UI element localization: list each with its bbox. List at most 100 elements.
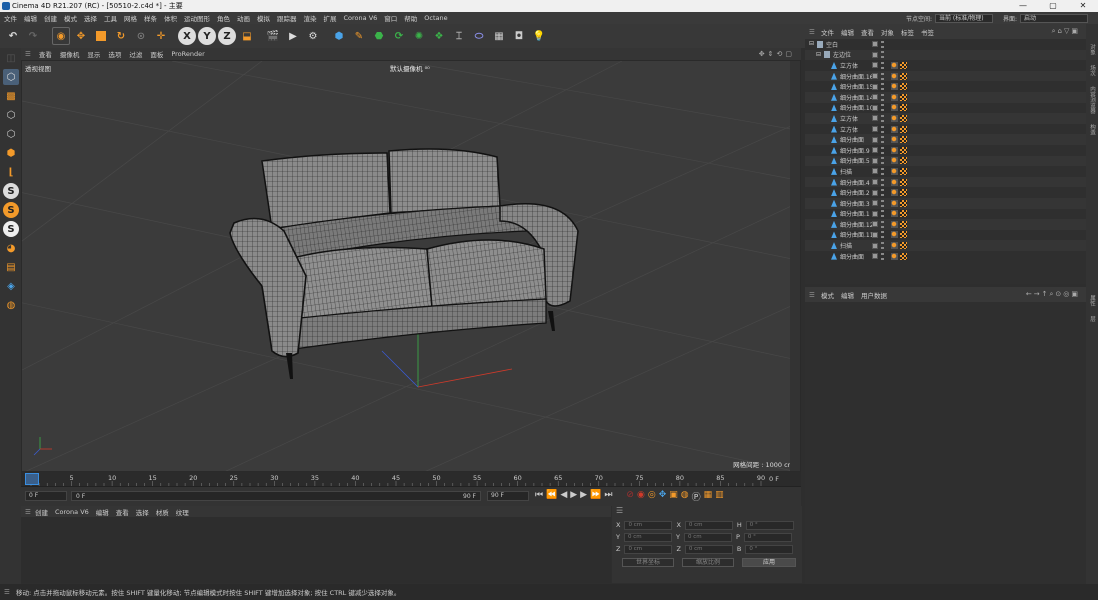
menu-file[interactable]: 文件 <box>4 13 17 23</box>
phong-tag-icon[interactable] <box>891 252 898 260</box>
live-select-icon[interactable]: ◉ <box>52 27 70 45</box>
menu-render[interactable]: 渲染 <box>304 13 317 23</box>
y-axis-button[interactable]: Y <box>198 27 216 45</box>
floor-icon[interactable]: ⌶ <box>450 27 468 45</box>
visibility-dots[interactable] <box>881 199 884 207</box>
sky-icon[interactable]: ▦ <box>490 27 508 45</box>
phong-tag-icon[interactable] <box>891 242 898 250</box>
texture-tag-icon[interactable] <box>900 220 907 228</box>
coord-system-icon[interactable]: ⬓ <box>238 27 256 45</box>
light-icon[interactable]: 💡 <box>530 27 548 45</box>
visibility-dots[interactable] <box>881 189 884 197</box>
texture-tag-icon[interactable] <box>900 61 907 69</box>
menu-animate[interactable]: 动画 <box>237 13 250 23</box>
input-size-y[interactable]: 0 cm <box>683 532 732 542</box>
material-menu-select[interactable]: 选择 <box>136 507 149 517</box>
z-axis-button[interactable]: Z <box>218 27 236 45</box>
object-manager-tools[interactable]: ⌕⌂▽▣ <box>1052 27 1080 36</box>
object-row[interactable]: 立方体 <box>805 60 1086 71</box>
material-menu-material[interactable]: 材质 <box>156 507 169 517</box>
workplane-icon[interactable]: ▤ <box>3 259 19 275</box>
start-frame-field[interactable]: 0 F <box>25 491 67 501</box>
visibility-dots[interactable] <box>881 72 884 80</box>
phong-tag-icon[interactable] <box>891 114 898 122</box>
material-area[interactable] <box>21 517 611 583</box>
tab-structure[interactable]: 构造 <box>1088 124 1096 135</box>
key-position-icon[interactable]: ✥ <box>659 490 667 503</box>
object-name[interactable]: 左边位 <box>833 50 873 59</box>
timeline-window-icon[interactable]: ▥ <box>715 490 724 503</box>
material-menu-create[interactable]: 创建 <box>35 507 48 517</box>
viewport-menu-filter[interactable]: 过滤 <box>129 49 142 59</box>
minimize-button[interactable]: — <box>1008 0 1038 12</box>
phong-tag-icon[interactable] <box>891 210 898 218</box>
menu-tools[interactable]: 工具 <box>104 13 117 23</box>
play-icon[interactable]: ▶ <box>570 490 577 503</box>
visibility-dots[interactable] <box>881 40 884 48</box>
visibility-dots[interactable] <box>881 125 884 133</box>
go-end-icon[interactable]: ⏭ <box>604 490 612 503</box>
layer-checkbox[interactable] <box>872 41 878 48</box>
key-pla-icon[interactable]: ▦ <box>704 490 713 503</box>
layer-checkbox[interactable] <box>872 104 878 111</box>
points-mode-icon[interactable]: ⬡ <box>3 107 19 123</box>
tab-attributes[interactable]: 属性 <box>1088 295 1096 306</box>
expand-toggle-icon[interactable]: ⊟ <box>809 41 815 47</box>
layer-checkbox[interactable] <box>872 115 878 122</box>
menu-octane[interactable]: Octane <box>424 14 447 22</box>
texture-tag-icon[interactable] <box>900 231 907 239</box>
visibility-dots[interactable] <box>881 252 884 260</box>
key-param-icon[interactable]: Ⓟ <box>692 490 701 503</box>
visibility-dots[interactable] <box>881 242 884 250</box>
texture-tag-icon[interactable] <box>900 189 907 197</box>
viewport-scrollbar[interactable] <box>790 61 800 471</box>
model-mode-icon[interactable]: ⬡ <box>3 69 19 85</box>
menu-edit[interactable]: 编辑 <box>24 13 37 23</box>
polygons-mode-icon[interactable]: ⬢ <box>3 145 19 161</box>
obj-menu-edit[interactable]: 编辑 <box>841 27 854 37</box>
layer-checkbox[interactable] <box>872 210 878 217</box>
object-row[interactable]: 立方体 <box>805 124 1086 135</box>
object-row[interactable]: ⊟ 空白 <box>805 39 1086 50</box>
material-menu-texture[interactable]: 纹理 <box>176 507 189 517</box>
visibility-dots[interactable] <box>881 61 884 69</box>
phong-tag-icon[interactable] <box>891 61 898 69</box>
size-mode-select[interactable]: 缩放比例 <box>682 558 734 567</box>
phong-tag-icon[interactable] <box>891 136 898 144</box>
viewport-menu-display[interactable]: 显示 <box>87 49 100 59</box>
tab-objects[interactable]: 对象 <box>1088 44 1096 55</box>
sculpt-icon[interactable]: ◕ <box>3 240 19 256</box>
object-row[interactable]: 细分曲面.11 <box>805 230 1086 241</box>
render-view-icon[interactable]: 🎬 <box>264 27 282 45</box>
phong-tag-icon[interactable] <box>891 83 898 91</box>
object-row[interactable]: 细分曲面.1 <box>805 209 1086 220</box>
visibility-dots[interactable] <box>881 167 884 175</box>
camera-label[interactable]: 默认摄像机 ⁰⁰ <box>390 63 430 73</box>
next-key-icon[interactable]: ⏩ <box>590 490 601 503</box>
transform-icon[interactable]: ✛ <box>152 27 170 45</box>
texture-tag-icon[interactable] <box>900 210 907 218</box>
menu-character[interactable]: 角色 <box>217 13 230 23</box>
visibility-dots[interactable] <box>881 83 884 91</box>
object-row[interactable]: 扫描 <box>805 240 1086 251</box>
menu-extensions[interactable]: 扩展 <box>324 13 337 23</box>
autokey-icon[interactable]: ◉ <box>637 490 645 503</box>
material-menu-corona[interactable]: Corona V6 <box>55 508 89 516</box>
texture-tag-icon[interactable] <box>900 125 907 133</box>
field-icon[interactable]: ❖ <box>430 27 448 45</box>
phong-tag-icon[interactable] <box>891 178 898 186</box>
render-settings-icon[interactable]: ⚙ <box>304 27 322 45</box>
texture-tag-icon[interactable] <box>900 167 907 175</box>
object-row[interactable]: 细分曲面.3 <box>805 197 1086 209</box>
layer-checkbox[interactable] <box>872 221 878 228</box>
layer-checkbox[interactable] <box>872 189 878 196</box>
material-menu-icon[interactable]: ☰ <box>25 508 31 516</box>
timeline-ruler[interactable]: 051015202530354045505560657075808590 0 F <box>21 472 801 486</box>
layer-checkbox[interactable] <box>872 51 878 58</box>
visibility-dots[interactable] <box>881 178 884 186</box>
object-row[interactable]: 立方体 <box>805 113 1086 124</box>
scale-icon[interactable] <box>92 27 110 45</box>
texture-tag-icon[interactable] <box>900 199 907 207</box>
texture-mode-icon[interactable]: ▩ <box>3 88 19 104</box>
layer-checkbox[interactable] <box>872 147 878 154</box>
